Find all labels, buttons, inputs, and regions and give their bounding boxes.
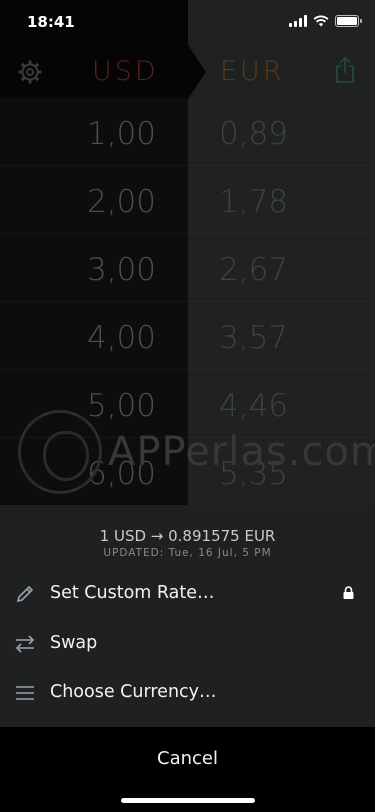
share-icon[interactable] xyxy=(334,56,356,84)
to-amount: 1,78 xyxy=(219,184,289,220)
battery-icon xyxy=(335,15,362,27)
conversion-row[interactable]: 1,00 0,89 xyxy=(0,98,375,166)
from-amount: 2,00 xyxy=(86,184,156,220)
cancel-button[interactable]: Cancel xyxy=(0,748,375,769)
to-amount: 0,89 xyxy=(219,116,289,152)
updated-label: UPDATED: xyxy=(103,547,165,559)
conversion-row[interactable]: 2,00 1,78 xyxy=(0,166,375,234)
watermark-text: APPerlas.com xyxy=(108,429,375,475)
exchange-rate-text: 1 USD → 0.891575 EUR xyxy=(99,527,276,545)
signal-icon xyxy=(289,15,307,27)
updated-value: Tue, 16 Jul, 5 PM xyxy=(168,547,272,559)
to-amount: 2,67 xyxy=(219,252,289,288)
swap-label: Swap xyxy=(50,633,98,653)
from-amount: 3,00 xyxy=(86,252,156,288)
watermark: APPerlas.com xyxy=(18,410,375,494)
status-icons xyxy=(289,15,362,27)
wifi-icon xyxy=(313,15,329,27)
set-custom-rate-label: Set Custom Rate… xyxy=(50,583,215,603)
to-amount: 3,57 xyxy=(219,320,289,356)
from-amount: 4,00 xyxy=(86,320,156,356)
list-icon xyxy=(16,686,34,700)
watermark-logo-icon xyxy=(18,410,102,494)
gear-icon[interactable] xyxy=(17,59,43,85)
header-arrow xyxy=(188,45,206,99)
action-sheet: 1 USD → 0.891575 EUR UPDATED: Tue, 16 Ju… xyxy=(0,505,375,727)
status-bar: 18:41 xyxy=(0,0,375,44)
pencil-icon xyxy=(16,585,34,603)
set-custom-rate-button[interactable]: Set Custom Rate… xyxy=(0,570,375,618)
status-time: 18:41 xyxy=(27,13,75,31)
swap-button[interactable]: Swap xyxy=(0,620,375,668)
swap-arrows-icon xyxy=(15,635,35,653)
lock-icon xyxy=(343,586,354,599)
conversion-row[interactable]: 3,00 2,67 xyxy=(0,234,375,302)
to-currency-code[interactable]: EUR xyxy=(220,56,285,87)
cancel-area: Cancel xyxy=(0,727,375,812)
choose-currency-button[interactable]: Choose Currency… xyxy=(0,669,375,717)
updated-timestamp: UPDATED: Tue, 16 Jul, 5 PM xyxy=(0,547,375,559)
home-indicator[interactable] xyxy=(121,798,255,803)
from-currency-code[interactable]: USD xyxy=(92,56,159,87)
conversion-row[interactable]: 4,00 3,57 xyxy=(0,302,375,370)
from-amount: 1,00 xyxy=(86,116,156,152)
choose-currency-label: Choose Currency… xyxy=(50,682,217,702)
